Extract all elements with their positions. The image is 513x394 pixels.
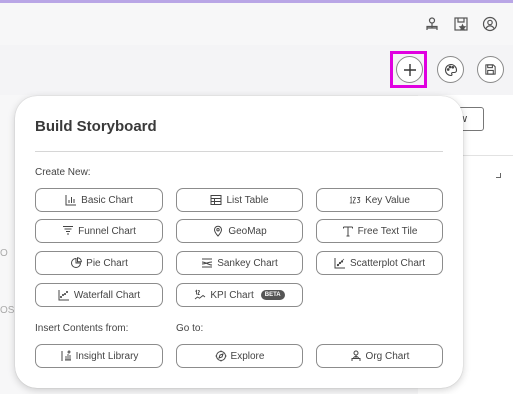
- theme-palette-icon: [444, 63, 458, 77]
- pie-chart-icon: [70, 257, 83, 269]
- kpi-chart-button[interactable]: KPI Chart BETA: [176, 283, 303, 307]
- org-chart-button[interactable]: Org Chart: [316, 344, 443, 368]
- bookmark-star-icon[interactable]: [452, 15, 470, 33]
- list-table-button[interactable]: List Table: [176, 188, 303, 212]
- geomap-button[interactable]: GeoMap: [176, 219, 303, 243]
- create-new-label: Create New:: [35, 167, 91, 178]
- key-value-icon: [349, 194, 361, 206]
- library-icon: [60, 350, 72, 362]
- key-value-label: Key Value: [365, 194, 410, 206]
- scatterplot-chart-button[interactable]: Scatterplot Chart: [316, 251, 443, 275]
- background-text-2: OS: [0, 305, 15, 316]
- sankey-chart-button[interactable]: Sankey Chart: [176, 251, 303, 275]
- org-chart-icon: [350, 350, 362, 362]
- funnel-chart-label: Funnel Chart: [78, 225, 136, 237]
- org-user-icon[interactable]: [423, 15, 441, 33]
- basic-chart-button[interactable]: Basic Chart: [35, 188, 163, 212]
- geomap-label: GeoMap: [228, 225, 267, 237]
- insert-contents-label: Insert Contents from:: [35, 323, 129, 334]
- insight-library-label: Insight Library: [75, 350, 139, 362]
- save-button[interactable]: [477, 56, 504, 83]
- waterfall-chart-button[interactable]: Waterfall Chart: [35, 283, 163, 307]
- resize-corner[interactable]: [496, 173, 501, 178]
- go-to-label: Go to:: [176, 323, 204, 334]
- insight-library-button[interactable]: Insight Library: [35, 344, 163, 368]
- scatterplot-icon: [334, 257, 346, 269]
- sankey-icon: [201, 257, 213, 269]
- theme-button[interactable]: [437, 56, 464, 83]
- list-table-label: List Table: [226, 194, 269, 206]
- org-chart-label: Org Chart: [365, 350, 410, 362]
- explore-button[interactable]: Explore: [176, 344, 303, 368]
- map-pin-icon: [212, 225, 224, 237]
- free-text-tile-label: Free Text Tile: [357, 225, 418, 237]
- funnel-icon: [62, 225, 74, 237]
- free-text-tile-button[interactable]: Free Text Tile: [316, 219, 443, 243]
- popup-divider: [35, 151, 443, 152]
- waterfall-icon: [58, 289, 70, 301]
- explore-label: Explore: [230, 350, 265, 362]
- add-icon: [403, 63, 417, 77]
- kpi-icon: [194, 289, 206, 301]
- pie-chart-button[interactable]: Pie Chart: [35, 251, 163, 275]
- basic-chart-label: Basic Chart: [81, 194, 133, 206]
- waterfall-chart-label: Waterfall Chart: [73, 289, 141, 301]
- table-icon: [210, 194, 222, 206]
- text-icon: [342, 225, 354, 237]
- user-account-icon[interactable]: [481, 15, 499, 33]
- build-storyboard-popup: Build Storyboard Create New: Basic Chart…: [15, 96, 463, 388]
- key-value-button[interactable]: Key Value: [316, 188, 443, 212]
- bar-chart-icon: [65, 194, 77, 206]
- compass-icon: [215, 350, 227, 362]
- funnel-chart-button[interactable]: Funnel Chart: [35, 219, 163, 243]
- background-text-1: O: [0, 248, 8, 259]
- pie-chart-label: Pie Chart: [86, 257, 128, 269]
- sankey-chart-label: Sankey Chart: [217, 257, 278, 269]
- popup-title: Build Storyboard: [35, 118, 157, 135]
- beta-badge: BETA: [260, 290, 285, 300]
- add-button[interactable]: [396, 56, 423, 83]
- save-icon: [484, 63, 497, 76]
- scatterplot-chart-label: Scatterplot Chart: [349, 257, 426, 269]
- kpi-chart-label: KPI Chart: [210, 289, 254, 301]
